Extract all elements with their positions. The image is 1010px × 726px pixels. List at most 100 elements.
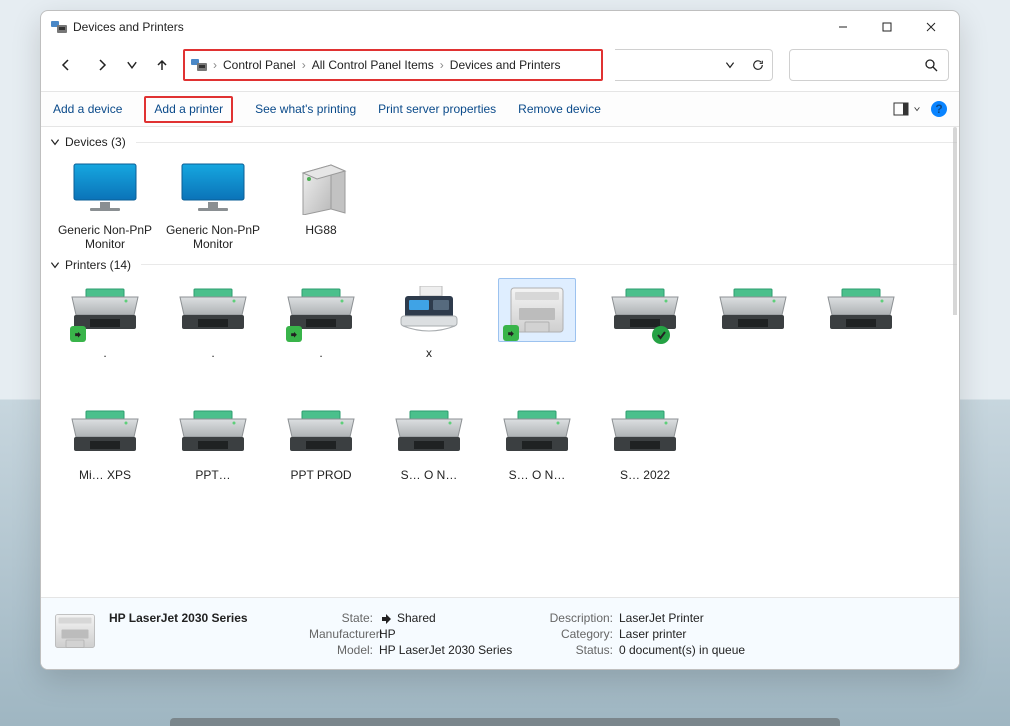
printer-icon [174, 278, 252, 342]
share-icon [379, 611, 393, 625]
details-state-value: Shared [379, 611, 539, 625]
details-manufacturer-label: Manufacturer: [309, 627, 379, 641]
content-area: Devices (3) Generic Non-PnP Monitor Gene… [41, 127, 959, 597]
devices-grid: Generic Non-PnP Monitor Generic Non-PnP … [47, 155, 957, 256]
list-item[interactable]: PPT… [163, 400, 263, 486]
search-box[interactable] [789, 49, 949, 81]
printers-grid: . . . x [47, 278, 957, 364]
crumb-1[interactable]: All Control Panel Items [312, 58, 434, 72]
list-item[interactable] [487, 278, 587, 364]
up-button[interactable] [147, 51, 177, 79]
list-item[interactable]: . [55, 278, 155, 364]
scrollbar[interactable] [953, 127, 957, 597]
item-label: PPT PROD [290, 468, 351, 482]
list-item[interactable]: HG88 [271, 155, 371, 256]
details-name: HP LaserJet 2030 Series [109, 611, 309, 625]
chevron-right-icon: › [213, 58, 217, 72]
printer-icon [66, 278, 144, 342]
item-label: Generic Non-PnP Monitor [163, 223, 263, 252]
details-state-label: State: [309, 611, 379, 625]
maximize-button[interactable] [865, 13, 909, 41]
printer-icon [174, 400, 252, 464]
printer-icon [822, 278, 900, 342]
printer-icon [606, 278, 684, 342]
share-badge [70, 326, 86, 342]
printer-icon [714, 278, 792, 342]
item-label: Generic Non-PnP Monitor [55, 223, 155, 252]
list-item[interactable] [595, 278, 695, 364]
item-label: x [426, 346, 432, 360]
group-label: Devices (3) [65, 135, 126, 149]
share-badge [503, 325, 519, 341]
chevron-down-icon [913, 105, 921, 113]
command-bar: Add a device Add a printer See what's pr… [41, 91, 959, 127]
list-item[interactable] [703, 278, 803, 364]
list-item[interactable]: Generic Non-PnP Monitor [55, 155, 155, 256]
details-model-value: HP LaserJet 2030 Series [379, 643, 539, 657]
add-printer-button[interactable]: Add a printer [144, 96, 233, 123]
recent-dropdown[interactable] [123, 51, 141, 79]
app-icon [51, 19, 67, 35]
details-description-label: Description: [539, 611, 619, 625]
titlebar: Devices and Printers [41, 11, 959, 43]
group-header-printers[interactable]: Printers (14) [47, 256, 957, 278]
group-header-devices[interactable]: Devices (3) [47, 133, 957, 155]
item-label: . [211, 346, 214, 360]
printer-icon [66, 400, 144, 464]
item-label: . [103, 346, 106, 360]
list-item[interactable]: PPT PROD [271, 400, 371, 486]
printer-icon [498, 400, 576, 464]
printers-grid-2: Mi… XPS PPT… PPT PROD S… O N… S… O N… S…… [47, 364, 957, 486]
window: Devices and Printers › Control Panel › A… [40, 10, 960, 670]
list-item[interactable]: . [271, 278, 371, 364]
details-thumb [51, 610, 99, 658]
list-item[interactable]: S… O N… [379, 400, 479, 486]
chevron-down-icon [49, 259, 61, 271]
crumb-0[interactable]: Control Panel [223, 58, 296, 72]
search-icon [924, 58, 938, 72]
forward-button[interactable] [87, 51, 117, 79]
remove-device-button[interactable]: Remove device [518, 102, 601, 116]
item-label: HG88 [305, 223, 336, 237]
chevron-right-icon: › [440, 58, 444, 72]
list-item[interactable]: Generic Non-PnP Monitor [163, 155, 263, 256]
see-printing-button[interactable]: See what's printing [255, 102, 356, 116]
chevron-down-icon [49, 136, 61, 148]
details-model-label: Model: [309, 643, 379, 657]
view-options-button[interactable] [893, 102, 921, 116]
close-button[interactable] [909, 13, 953, 41]
refresh-icon[interactable] [752, 59, 764, 71]
details-manufacturer-value: HP [379, 627, 539, 641]
item-label: S… O N… [509, 468, 566, 482]
printer-icon [390, 400, 468, 464]
group-label: Printers (14) [65, 258, 131, 272]
help-button[interactable]: ? [931, 101, 947, 117]
list-item[interactable]: S… 2022 [595, 400, 695, 486]
minimize-button[interactable] [821, 13, 865, 41]
printer-icon [282, 278, 360, 342]
item-label: S… 2022 [620, 468, 670, 482]
pc-icon [282, 155, 360, 219]
details-category-label: Category: [539, 627, 619, 641]
list-item[interactable]: Mi… XPS [55, 400, 155, 486]
default-badge [652, 326, 670, 344]
list-item[interactable]: . [163, 278, 263, 364]
crumb-2[interactable]: Devices and Printers [450, 58, 561, 72]
back-button[interactable] [51, 51, 81, 79]
list-item[interactable] [811, 278, 911, 364]
divider [136, 142, 957, 143]
chevron-down-icon[interactable] [724, 59, 736, 71]
window-title: Devices and Printers [73, 20, 184, 34]
list-item[interactable]: S… O N… [487, 400, 587, 486]
breadcrumb[interactable]: › Control Panel › All Control Panel Item… [183, 49, 603, 81]
list-item[interactable]: x [379, 278, 479, 364]
chevron-right-icon: › [302, 58, 306, 72]
breadcrumb-root-icon [191, 57, 207, 73]
item-label: PPT… [195, 468, 230, 482]
item-label: . [319, 346, 322, 360]
item-label: S… O N… [401, 468, 458, 482]
print-server-props-button[interactable]: Print server properties [378, 102, 496, 116]
item-label: Mi… XPS [79, 468, 131, 482]
add-device-button[interactable]: Add a device [53, 102, 122, 116]
address-bar-tail[interactable] [615, 49, 773, 81]
